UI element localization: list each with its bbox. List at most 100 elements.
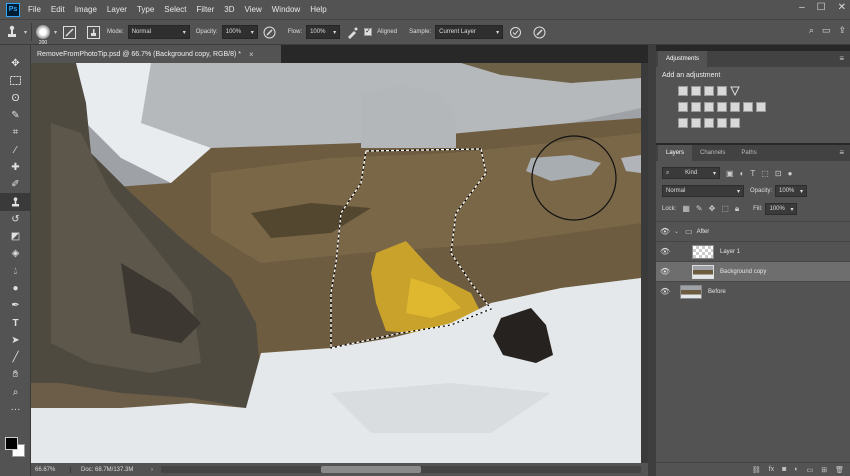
menu-filter[interactable]: Filter <box>197 5 215 14</box>
type-tool-icon[interactable]: T <box>0 314 31 331</box>
exposure-icon[interactable] <box>717 86 727 96</box>
new-group-icon[interactable]: ▭ <box>807 466 814 474</box>
pressure-opacity-icon[interactable] <box>262 24 278 40</box>
menu-view[interactable]: View <box>245 5 262 14</box>
eraser-tool-icon[interactable]: ◩ <box>0 228 31 245</box>
filter-shape-icon[interactable]: ⬚ <box>761 169 769 178</box>
aligned-checkbox[interactable]: ✓ <box>364 28 373 36</box>
history-brush-tool-icon[interactable]: ↺ <box>0 211 31 228</box>
menu-file[interactable]: File <box>28 5 41 14</box>
black-white-icon[interactable] <box>717 102 727 112</box>
sample-dropdown[interactable]: Current Layer ▾ <box>435 25 504 39</box>
eyedropper-tool-icon[interactable]: ⁄ <box>0 141 31 158</box>
layer-style-icon[interactable]: fx <box>769 466 774 473</box>
chevron-down-icon[interactable]: ▾ <box>24 29 27 36</box>
line-tool-icon[interactable]: ╱ <box>0 349 31 366</box>
blur-tool-icon[interactable]: 💧︎ <box>0 263 31 280</box>
marquee-tool-icon[interactable] <box>0 72 31 89</box>
menu-3d[interactable]: 3D <box>224 5 234 14</box>
panel-menu-icon[interactable]: ≡ <box>839 148 844 157</box>
airbrush-icon[interactable] <box>344 24 360 40</box>
zoom-level[interactable]: 66.67% <box>31 466 71 473</box>
close-document-icon[interactable]: × <box>249 50 254 59</box>
mode-dropdown[interactable]: Normal ▾ <box>127 25 190 39</box>
maximize-button[interactable]: ☐ <box>817 2 826 13</box>
filter-kind-dropdown[interactable]: ⌕ Kind ▾ <box>662 167 720 179</box>
new-layer-icon[interactable]: ⊞ <box>821 466 827 474</box>
clone-source-icon[interactable] <box>85 24 101 40</box>
document-tab[interactable]: RemoveFromPhotoTip.psd @ 66.7% (Backgrou… <box>31 45 281 63</box>
vibrance-icon[interactable] <box>678 102 688 112</box>
close-window-button[interactable]: ✕ <box>838 2 846 13</box>
status-arrow-icon[interactable]: › <box>151 467 153 473</box>
crop-tool-icon[interactable]: ⌗ <box>0 124 31 141</box>
menu-edit[interactable]: Edit <box>51 5 65 14</box>
blend-mode-dropdown[interactable]: Normal ▾ <box>662 185 744 197</box>
visibility-eye-icon[interactable]: 👁︎ <box>656 267 674 276</box>
panel-menu-icon[interactable]: ≡ <box>839 54 844 63</box>
layer-row-layer-1[interactable]: 👁︎ Layer 1 <box>656 241 850 261</box>
curves-icon[interactable] <box>704 86 714 96</box>
more-tools-icon[interactable]: ··· <box>0 401 31 418</box>
lock-transparent-icon[interactable]: ▦ <box>682 204 690 214</box>
menu-select[interactable]: Select <box>164 5 186 14</box>
pen-tool-icon[interactable]: ✒ <box>0 297 31 314</box>
filter-adjustment-icon[interactable]: ◐ <box>740 169 745 178</box>
add-mask-icon[interactable]: ◙ <box>782 466 786 473</box>
photo-filter-icon[interactable] <box>730 102 740 112</box>
brush-settings-icon[interactable] <box>61 24 77 40</box>
fill-field[interactable]: 100% ▾ <box>765 203 798 215</box>
layer-opacity-field[interactable]: 100% ▾ <box>775 185 808 197</box>
menu-image[interactable]: Image <box>75 5 97 14</box>
new-adjustment-layer-icon[interactable]: ◐ <box>794 466 798 473</box>
brush-preview[interactable]: 200 <box>36 25 51 46</box>
zoom-tool-icon[interactable]: ⌕ <box>0 384 31 401</box>
lock-position-icon[interactable]: ✥ <box>709 204 716 214</box>
lock-all-icon[interactable]: 🔒︎ <box>735 204 739 214</box>
visibility-eye-icon[interactable]: 👁︎ <box>656 227 674 236</box>
invert-icon[interactable] <box>678 118 688 128</box>
menu-type[interactable]: Type <box>137 5 154 14</box>
menu-help[interactable]: Help <box>310 5 326 14</box>
dodge-tool-icon[interactable]: ● <box>0 280 31 297</box>
healing-brush-tool-icon[interactable]: ✚ <box>0 159 31 176</box>
tab-channels[interactable]: Channels <box>692 145 733 161</box>
levels-icon[interactable] <box>691 86 701 96</box>
foreground-color-swatch[interactable] <box>5 437 18 450</box>
lock-artboard-icon[interactable]: ⬚ <box>721 204 729 214</box>
vertical-scrollbar[interactable] <box>641 63 648 463</box>
selective-color-icon[interactable] <box>717 118 727 128</box>
share-icon[interactable]: ⇪ <box>838 25 846 36</box>
flow-field[interactable]: 100% ▾ <box>306 25 341 39</box>
paint-bucket-tool-icon[interactable]: ◈ <box>0 245 31 262</box>
link-layers-icon[interactable]: ⛓︎ <box>752 466 761 474</box>
filter-smart-object-icon[interactable]: ⊡ <box>775 169 782 178</box>
color-balance-icon[interactable] <box>704 102 714 112</box>
tab-paths[interactable]: Paths <box>733 145 764 161</box>
clone-stamp-tool-icon[interactable] <box>0 193 31 211</box>
search-icon[interactable]: ⌕ <box>809 25 814 36</box>
menu-layer[interactable]: Layer <box>107 5 127 14</box>
threshold-icon[interactable] <box>704 118 714 128</box>
minimize-button[interactable]: – <box>799 2 805 13</box>
posterize-icon[interactable] <box>691 118 701 128</box>
layer-row-before[interactable]: 👁︎ Before <box>656 281 850 301</box>
lock-image-icon[interactable]: ✎ <box>696 204 703 214</box>
ignore-adjustment-layers-icon[interactable] <box>507 24 523 40</box>
workspace-icon[interactable]: ▭ <box>822 25 831 36</box>
horizontal-scroll-thumb[interactable] <box>321 466 421 473</box>
filter-pixel-icon[interactable]: ▣ <box>726 169 734 178</box>
brush-tool-icon[interactable]: ✐ <box>0 176 31 193</box>
path-selection-tool-icon[interactable]: ➤ <box>0 332 31 349</box>
document-canvas[interactable] <box>31 63 641 463</box>
visibility-eye-icon[interactable]: 👁︎ <box>656 247 674 256</box>
opacity-field[interactable]: 100% ▾ <box>221 25 258 39</box>
color-lookup-icon[interactable] <box>756 102 766 112</box>
filter-toggle-icon[interactable]: ● <box>788 169 793 178</box>
tab-layers[interactable]: Layers <box>658 145 693 161</box>
hand-tool-icon[interactable]: ✋︎ <box>0 366 31 383</box>
layer-row-after-group[interactable]: 👁︎ ⌄ ▭ After <box>656 221 850 241</box>
chevron-down-icon[interactable]: ▾ <box>54 29 57 36</box>
lasso-tool-icon[interactable]: ʘ <box>0 90 31 107</box>
gradient-map-icon[interactable] <box>730 118 740 128</box>
